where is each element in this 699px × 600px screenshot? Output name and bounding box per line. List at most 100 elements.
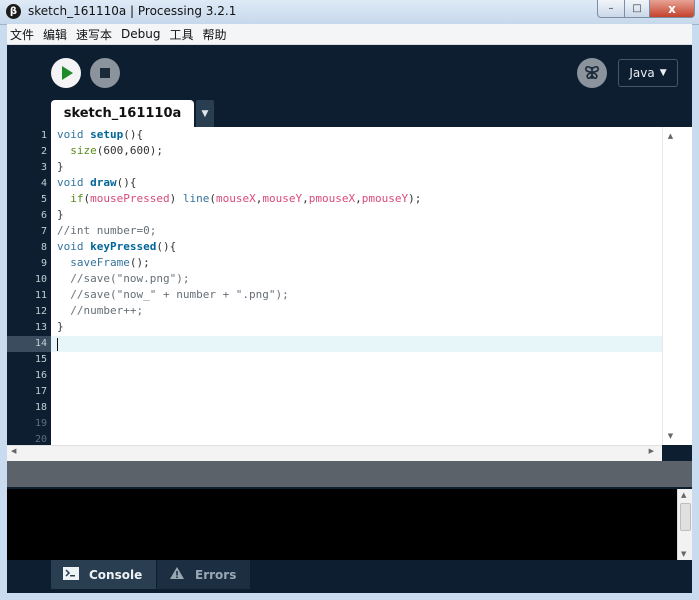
tab-sketch[interactable]: sketch_161110a [51,100,194,127]
code-token: } [57,208,64,221]
code-token: void [57,128,84,141]
bottom-tab-bar: Console Errors [7,560,692,593]
mode-label: Java [629,66,655,80]
scroll-right-icon[interactable]: ▶ [649,447,654,455]
scroll-down-icon[interactable]: ▼ [663,430,678,442]
code-token: , [355,192,362,205]
code-line: } [57,320,64,336]
code-area[interactable]: void setup(){ size(600,600);} void draw()… [51,127,662,445]
code-token: ) [169,192,183,205]
code-token: line [182,192,210,205]
line-number: 17 [34,386,47,397]
run-button[interactable] [51,58,81,88]
scroll-thumb[interactable] [680,503,691,531]
line-number: 7 [40,226,47,237]
line-number: 12 [34,306,47,317]
tab-errors[interactable]: Errors [157,560,250,589]
errors-tab-label: Errors [195,567,237,582]
code-token: keyPressed [90,240,157,253]
menu-sketch[interactable]: 速写本 [76,26,112,43]
code-token: saveFrame [70,256,130,269]
scroll-left-icon[interactable]: ◀ [11,447,16,455]
status-bar [7,461,692,487]
line-number: 9 [40,258,47,269]
line-number: 10 [34,274,47,285]
play-icon [62,66,73,80]
scroll-corner [662,445,692,461]
code-token: //int number=0; [57,224,157,237]
line-number: 19 [34,418,47,429]
code-token: ); [408,192,422,205]
code-line: if(mousePressed) line(mouseX,mouseY,pmou… [57,192,421,208]
code-token: mouseX [215,192,256,205]
line-number: 4 [40,178,47,189]
code-token: size [70,144,97,157]
stop-button[interactable] [90,58,120,88]
code-token: } [57,320,64,333]
code-line: void draw(){ [57,176,137,192]
code-token: void [57,176,84,189]
line-number: 6 [40,210,47,221]
terminal-icon [63,566,79,583]
menu-debug[interactable]: Debug [121,27,160,41]
console-scrollbar[interactable]: ▲ ▼ [677,489,692,560]
toolbar: Java ▼ [7,45,692,100]
minimize-button[interactable]: – [597,0,625,18]
code-token: //save("now_" + number + ".png"); [57,288,289,301]
line-number: 3 [40,162,47,173]
code-token: mousePressed [90,192,170,205]
line-number: 5 [40,194,47,205]
ide-main: Java ▼ sketch_161110a ▼ 1 2 3 4 5 6 7 8 9 10 11 12 1… [7,45,692,593]
window-title: sketch_161110a | Processing 3.2.1 [28,4,237,18]
code-token: draw [90,176,117,189]
code-token: } [57,160,64,173]
code-token: , [302,192,309,205]
code-line: void setup(){ [57,128,143,144]
code-line: } [57,208,64,224]
maximize-button[interactable]: □ [625,0,650,18]
code-token: (); [129,256,150,269]
menu-tools[interactable]: 工具 [170,26,194,43]
menu-help[interactable]: 帮助 [203,26,227,43]
debugger-button[interactable] [577,58,607,88]
scroll-up-icon[interactable]: ▲ [663,130,678,142]
scroll-up-icon[interactable]: ▲ [681,491,686,499]
menu-file[interactable]: 文件 [10,26,34,43]
code-line: //number++; [57,304,143,320]
chevron-down-icon: ▼ [659,68,667,78]
window-controls: – □ x [597,0,695,18]
line-number-gutter: 1 2 3 4 5 6 7 8 9 10 11 12 13 14 15 16 17 18 19 20 [7,127,51,445]
line-number: 11 [34,290,47,301]
line-number: 1 [40,130,47,141]
code-token: if [70,192,84,205]
line-number: 16 [34,370,47,381]
text-caret [57,338,58,351]
line-number: 13 [34,322,47,333]
close-button[interactable]: x [650,0,695,18]
line-number: 18 [34,402,47,413]
code-token: (){ [123,128,144,141]
editor-vertical-scrollbar[interactable]: ▲ ▼ [662,127,678,445]
code-line: size(600,600); [57,144,163,160]
code-token: ( [209,192,216,205]
code-token: //save("now.png"); [57,272,190,285]
menu-edit[interactable]: 编辑 [43,26,67,43]
scroll-down-icon[interactable]: ▼ [681,550,686,558]
code-editor[interactable]: 1 2 3 4 5 6 7 8 9 10 11 12 13 14 15 16 17 18 19 20 void set… [7,127,692,461]
code-token: //number++; [57,304,144,317]
code-token: mouseY [262,192,303,205]
current-line-highlight [51,336,662,352]
editor-horizontal-scrollbar[interactable]: ◀ ▶ [7,445,662,461]
code-token: (600,600); [96,144,163,157]
console-output[interactable] [7,489,677,560]
line-number: 8 [40,242,47,253]
line-number: 14 [34,338,47,349]
tab-menu-button[interactable]: ▼ [196,100,214,127]
title-bar: β sketch_161110a | Processing 3.2.1 – □ … [0,0,699,25]
code-token: pmouseY [361,192,409,205]
code-line: } [57,160,64,176]
mode-selector[interactable]: Java ▼ [618,59,678,87]
tab-console[interactable]: Console [51,560,156,589]
